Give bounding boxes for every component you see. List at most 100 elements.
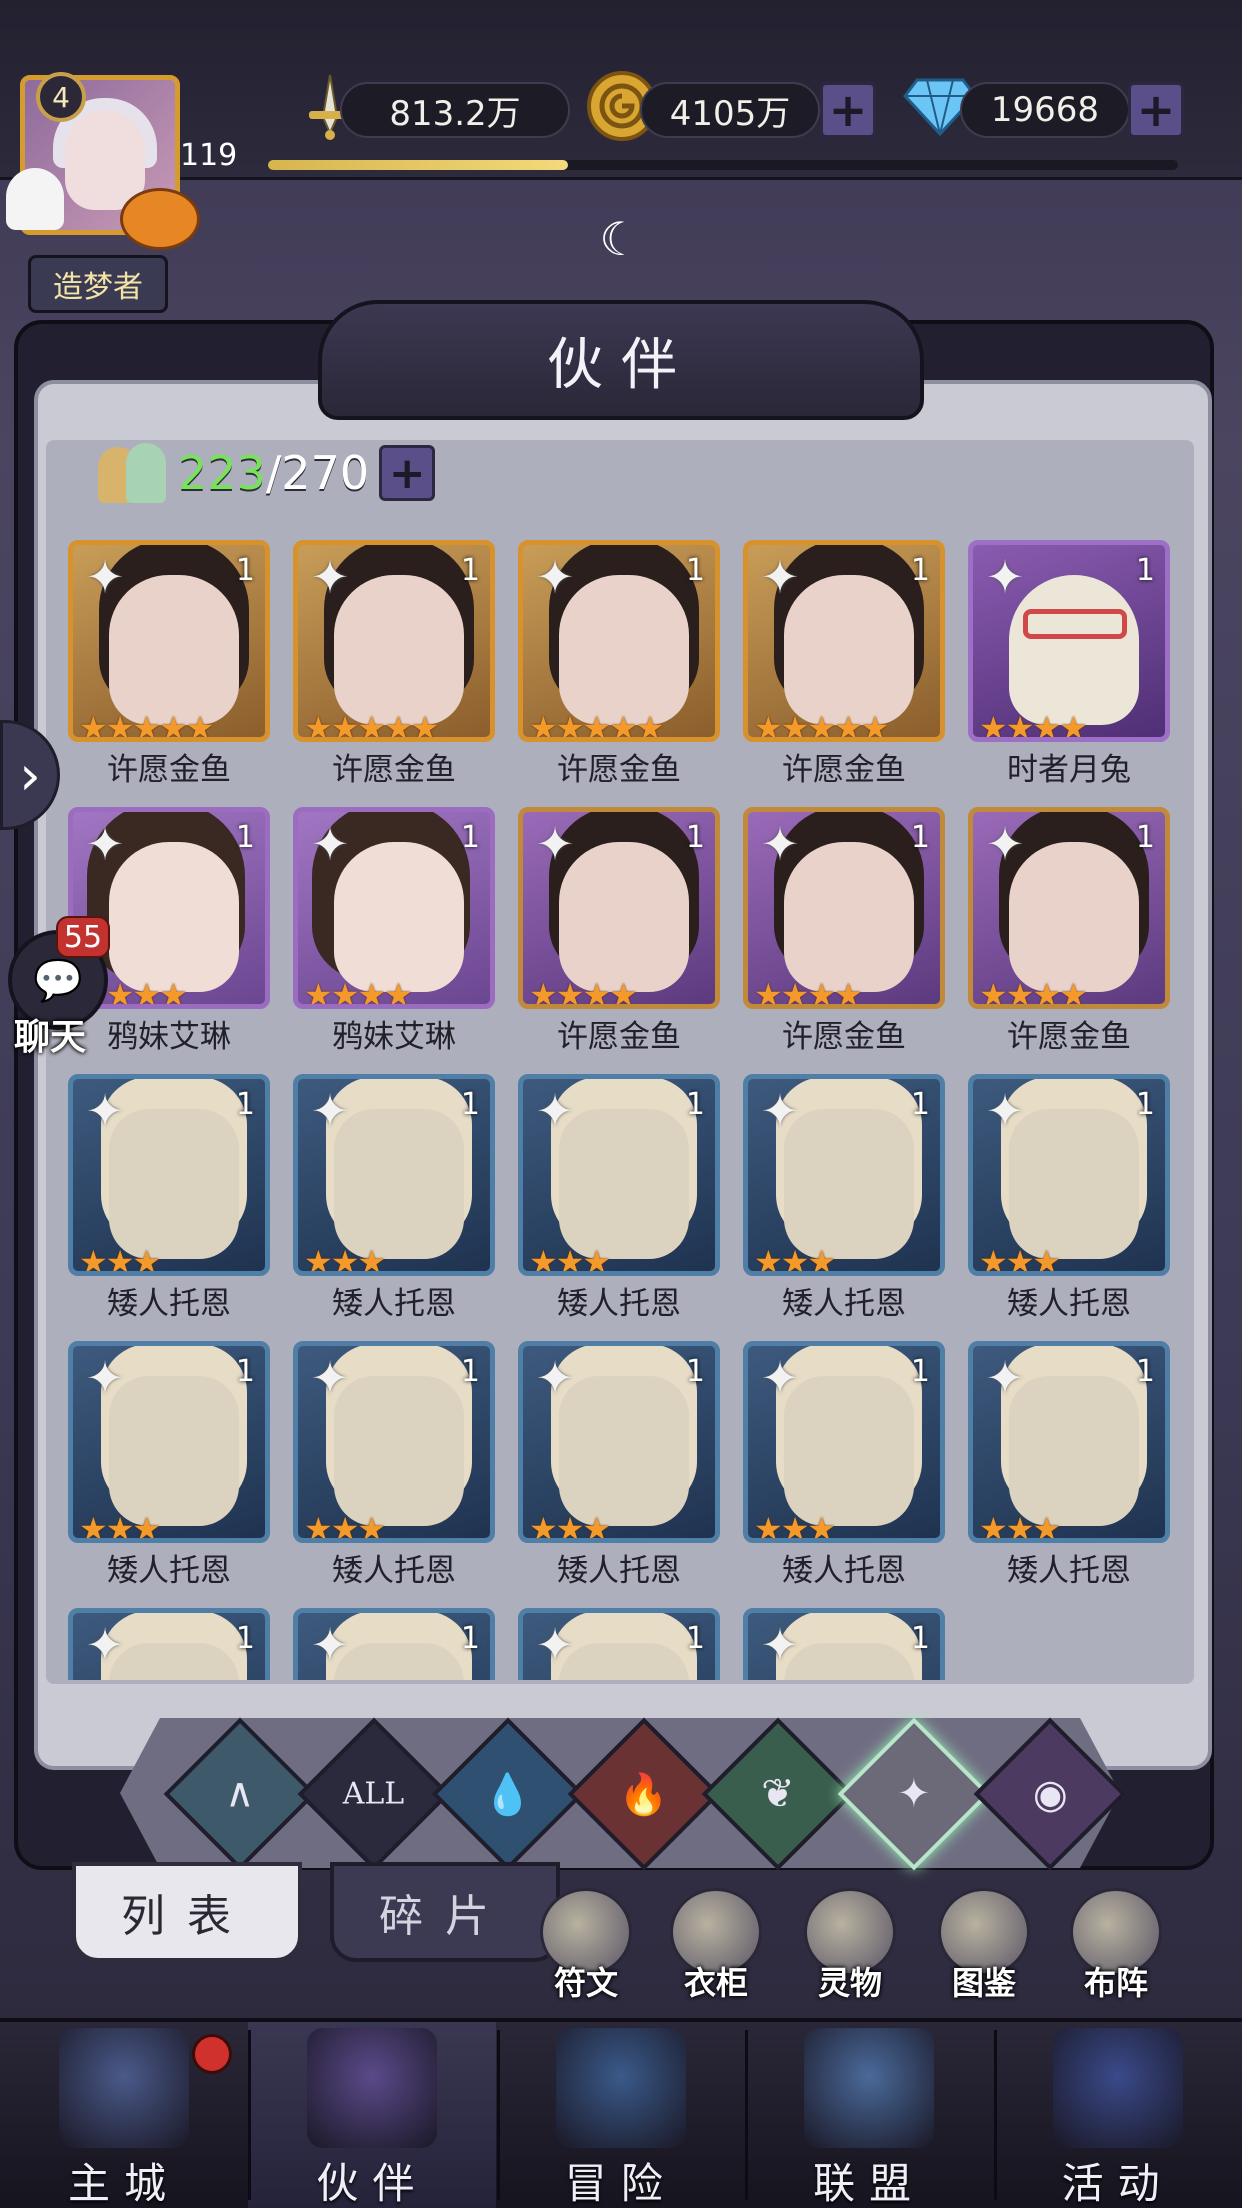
nav-label: 活动 <box>1061 2159 1174 2208</box>
hero-card[interactable]: ✦ 1 <box>68 1608 270 1680</box>
add-diamond-button[interactable]: + <box>1128 82 1184 138</box>
hero-stars: ★★★ <box>304 1510 386 1543</box>
cards-icon <box>1052 2028 1183 2148</box>
expand-capacity-button[interactable]: + <box>379 445 436 501</box>
nav-witch-hat[interactable]: 伙伴 <box>248 2022 497 2208</box>
nav-divider <box>248 2030 252 2200</box>
light-element-icon: ✦ <box>897 1770 931 1817</box>
hero-name: 许愿金鱼 <box>1007 1019 1131 1055</box>
hero-stars: ★★★ <box>529 1243 611 1276</box>
hero-name: 矮人托恩 <box>1007 1553 1131 1589</box>
hero-name: 许愿金鱼 <box>557 1019 681 1055</box>
hero-card[interactable]: ✦ 1 ★★★ 矮人托恩 <box>968 1074 1170 1322</box>
hero-card[interactable]: ✦ 1 ★★★ 矮人托恩 <box>68 1341 270 1589</box>
hero-portrait: ✦ 1 ★★★ <box>293 1074 495 1276</box>
nav-compass[interactable]: 冒险 <box>497 2022 745 2208</box>
light-element-icon: ✦ <box>85 1084 125 1138</box>
hero-card[interactable]: ✦ 1 ★★★ 矮人托恩 <box>68 1074 270 1322</box>
hero-portrait: ✦ 1 ★★★★ <box>968 807 1170 1009</box>
hero-name: 矮人托恩 <box>782 1553 906 1589</box>
hero-card[interactable]: ✦ 1 ★★★ 矮人托恩 <box>968 1341 1170 1589</box>
hero-name: 许愿金鱼 <box>782 752 906 788</box>
nature-element-icon: ❦ <box>761 1770 795 1817</box>
hero-name: 矮人托恩 <box>1007 1286 1131 1322</box>
dark-element-icon: ◉ <box>1032 1771 1068 1817</box>
hero-card[interactable]: ✦ 1 ★★★★ 许愿金鱼 <box>968 807 1170 1055</box>
light-element-icon: ✦ <box>85 817 125 871</box>
nav-label: 主城 <box>67 2159 180 2208</box>
hero-portrait: ✦ 1 ★★★★ <box>968 540 1170 742</box>
add-gold-button[interactable]: + <box>820 82 876 138</box>
light-element-icon: ✦ <box>85 1618 125 1672</box>
hero-card[interactable]: ✦ 1 ★★★ 矮人托恩 <box>743 1074 945 1322</box>
hero-card[interactable]: ✦ 1 ★★★★ 许愿金鱼 <box>743 807 945 1055</box>
pumpkin-decoration-icon <box>120 188 200 250</box>
hero-card[interactable]: ✦ 1 ★★★ 矮人托恩 <box>293 1341 495 1589</box>
hero-portrait: ✦ 1 ★★★★★ <box>68 540 270 742</box>
hero-name: 矮人托恩 <box>557 1286 681 1322</box>
nav-label: 冒险 <box>564 2159 677 2208</box>
hero-stars: ★★★ <box>754 1243 836 1276</box>
hero-level: 1 <box>685 1087 705 1122</box>
hero-level: 1 <box>235 820 255 855</box>
hero-card[interactable]: ✦ 1 ★★★★ 许愿金鱼 <box>518 807 720 1055</box>
hero-portrait: ✦ 1 <box>68 1608 270 1680</box>
hero-level: 1 <box>910 820 930 855</box>
hero-card[interactable]: ✦ 1 <box>743 1608 945 1680</box>
hero-level: 1 <box>235 553 255 588</box>
hero-card[interactable]: ✦ 1 ★★★★★ 许愿金鱼 <box>518 540 720 788</box>
hero-level: 1 <box>1135 820 1155 855</box>
chat-label: 聊天 <box>14 1017 87 1058</box>
nav-cards[interactable]: 活动 <box>994 2022 1242 2208</box>
hero-stars: ★★★★ <box>304 976 413 1009</box>
partner-count-current: 223 <box>178 446 266 500</box>
hero-card[interactable]: ✦ 1 ★★★★★ 许愿金鱼 <box>293 540 495 788</box>
tab-list[interactable]: 列表 <box>72 1862 302 1962</box>
hero-portrait: ✦ 1 <box>743 1608 945 1680</box>
hero-stars: ★★★ <box>979 1243 1061 1276</box>
light-element-icon: ✦ <box>310 550 350 604</box>
chat-bubble-icon: 💬 <box>33 957 83 1004</box>
hero-stars: ★★★ <box>304 1243 386 1276</box>
light-element-icon: ✦ <box>310 1351 350 1405</box>
castle-icon <box>59 2028 189 2148</box>
hero-portrait: ✦ 1 ★★★★★ <box>518 540 720 742</box>
hero-name: 矮人托恩 <box>332 1553 456 1589</box>
hero-portrait: ✦ 1 ★★★ <box>518 1074 720 1276</box>
hero-portrait: ✦ 1 ★★★ <box>518 1341 720 1543</box>
hero-name: 许愿金鱼 <box>332 752 456 788</box>
hero-stars: ★★★★★ <box>304 709 439 742</box>
light-element-icon: ✦ <box>760 817 800 871</box>
hero-level: 1 <box>460 1087 480 1122</box>
wind-element-icon: ∧ <box>225 1771 255 1817</box>
hero-name: 鸦妹艾琳 <box>332 1019 456 1055</box>
hero-name: 许愿金鱼 <box>557 752 681 788</box>
hero-card[interactable]: ✦ 1 <box>518 1608 720 1680</box>
quick-action-spirit[interactable]: 灵物 <box>795 1888 905 2002</box>
hero-card[interactable]: ✦ 1 ★★★ 矮人托恩 <box>743 1341 945 1589</box>
hero-card[interactable]: ✦ 1 ★★★★ 鸦妹艾琳 <box>293 807 495 1055</box>
quick-action-wardrobe[interactable]: 衣柜 <box>661 1888 771 2002</box>
quick-action-formation[interactable]: 布阵 <box>1061 1888 1171 2002</box>
moon-ornament-icon: ☾ <box>599 212 641 266</box>
tab-fragments[interactable]: 碎片 <box>330 1862 560 1962</box>
player-title-badge[interactable]: 造梦者 <box>28 255 168 313</box>
hero-stars: ★★★★ <box>979 976 1088 1009</box>
quick-action-codex[interactable]: 图鉴 <box>929 1888 1039 2002</box>
hero-stars: ★★★ <box>754 1510 836 1543</box>
hero-card[interactable]: ✦ 1 ★★★★★ 许愿金鱼 <box>68 540 270 788</box>
hero-card[interactable]: ✦ 1 ★★★★ 时者月兔 <box>968 540 1170 788</box>
quick-action-label: 布阵 <box>1083 1964 1148 2002</box>
hero-portrait: ✦ 1 ★★★ <box>743 1341 945 1543</box>
hero-card[interactable]: ✦ 1 ★★★★★ 许愿金鱼 <box>743 540 945 788</box>
quick-action-rune[interactable]: 符文 <box>531 1888 641 2002</box>
hero-stars: ★★★★★ <box>529 709 664 742</box>
hero-card[interactable]: ✦ 1 ★★★ 矮人托恩 <box>293 1074 495 1322</box>
hero-card[interactable]: ✦ 1 ★★★ 矮人托恩 <box>518 1074 720 1322</box>
hero-stars: ★★★★ <box>754 976 863 1009</box>
hero-card[interactable]: ✦ 1 <box>293 1608 495 1680</box>
hero-name: 时者月兔 <box>1007 752 1131 788</box>
hero-card[interactable]: ✦ 1 ★★★ 矮人托恩 <box>518 1341 720 1589</box>
nav-shield[interactable]: 联盟 <box>745 2022 993 2208</box>
exp-bar <box>268 160 1178 170</box>
